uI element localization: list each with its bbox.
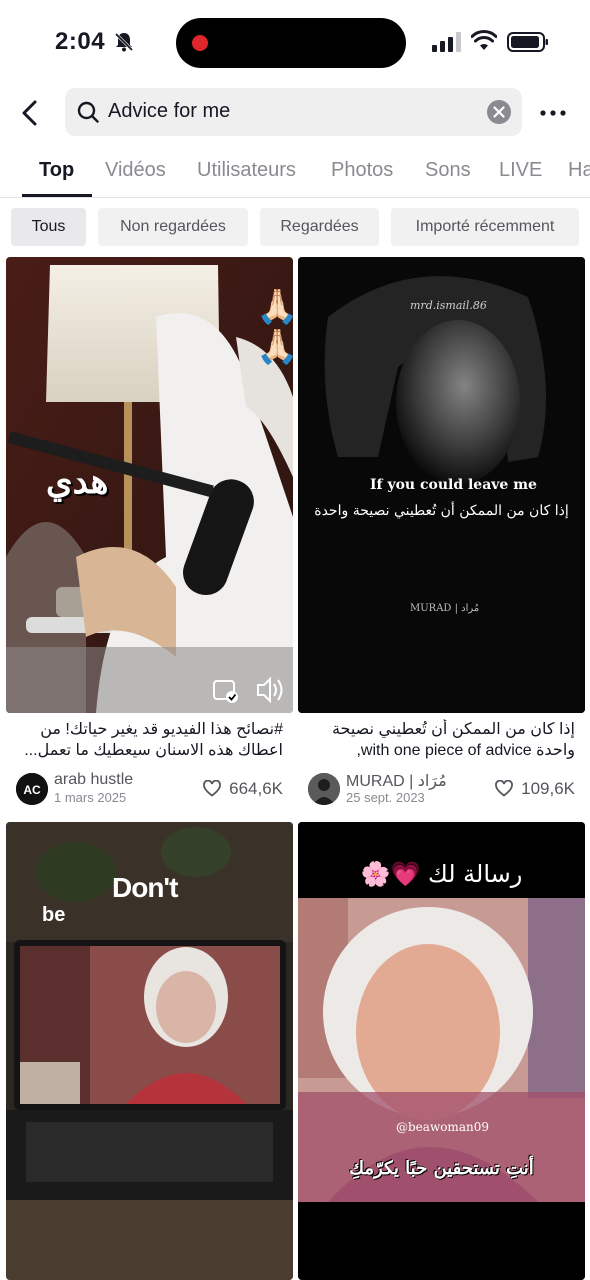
video-caption[interactable]: إذا كان من الممكن أن تُعطيني نصيحة واحدة… <box>308 719 575 763</box>
status-time: 2:04 <box>55 28 106 55</box>
overlay-english: If you could leave me <box>370 477 537 493</box>
video-thumbnail[interactable]: Don't be <box>6 822 293 1280</box>
avatar[interactable]: AC <box>16 773 48 805</box>
overlay-text: Don't <box>112 872 178 903</box>
cellular-signal-icon <box>432 32 461 52</box>
filter-chips: Tous Non regardées Regardées Importé réc… <box>0 208 590 246</box>
recording-indicator-icon <box>192 35 208 51</box>
post-date: 25 sept. 2023 <box>346 790 425 805</box>
video-card[interactable]: mrd.ismail.86 If you could leave me إذا … <box>298 257 585 812</box>
tab-sounds[interactable]: Sons <box>425 159 471 182</box>
chip-recently-uploaded[interactable]: Importé récemment <box>391 208 579 246</box>
dynamic-island <box>176 18 406 68</box>
post-date: 1 mars 2025 <box>54 790 127 805</box>
thumbnail-image <box>298 822 585 1280</box>
video-card[interactable]: رسالة لك 💗🌸 @beawoman09 أنتِ تستحقين حبً… <box>298 822 585 1280</box>
video-thumbnail[interactable]: 🙏🏻🙏🏻 هدي <box>6 257 293 713</box>
overlay-emoji: 🙏🏻🙏🏻 <box>256 287 293 367</box>
svg-text:AC: AC <box>23 783 41 797</box>
heart-icon <box>495 780 513 797</box>
tab-live[interactable]: LIVE <box>499 159 542 182</box>
author-name[interactable]: arab hustle <box>54 771 133 789</box>
like-count: 664,6K <box>229 779 283 798</box>
avatar[interactable] <box>308 773 340 805</box>
tab-hashtags[interactable]: Ha <box>568 159 590 182</box>
overlay-subtitle: أنتِ تستحقين حبًا يكرّمكِ <box>349 1158 534 1179</box>
chip-unwatched[interactable]: Non regardées <box>98 208 248 246</box>
overlay-text: هدي <box>46 462 109 502</box>
channel-logo-icon: AC <box>16 773 48 805</box>
overlay-text: be <box>42 904 66 926</box>
search-query-text: Advice for me <box>108 100 231 122</box>
wifi-icon <box>471 30 497 50</box>
video-meta: MURAD | مُرَاد 25 sept. 2023 109,6K <box>308 771 575 807</box>
overlay-title: رسالة لك 💗🌸 <box>360 860 523 888</box>
close-icon <box>493 106 505 118</box>
video-thumbnail[interactable]: رسالة لك 💗🌸 @beawoman09 أنتِ تستحقين حبً… <box>298 822 585 1280</box>
search-input[interactable]: Advice for me <box>65 88 522 136</box>
video-card[interactable]: 🙏🏻🙏🏻 هدي #نصائح هذا الفيديو قد يغير حيات… <box>6 257 293 812</box>
profile-photo-icon <box>308 773 340 805</box>
chip-watched[interactable]: Regardées <box>260 208 379 246</box>
overlay-handle: @beawoman09 <box>396 1120 489 1134</box>
video-thumbnail[interactable]: mrd.ismail.86 If you could leave me إذا … <box>298 257 585 713</box>
back-arrow-icon[interactable] <box>16 98 46 128</box>
video-caption[interactable]: #نصائح هذا الفيديو قد يغير حياتك! من اعط… <box>16 719 283 763</box>
status-bar: 2:04 <box>0 0 590 88</box>
active-tab-indicator <box>22 194 92 197</box>
clear-search-button[interactable] <box>487 100 511 124</box>
watermark: mrd.ismail.86 <box>410 299 487 312</box>
chip-all[interactable]: Tous <box>11 208 86 246</box>
tab-users[interactable]: Utilisateurs <box>197 159 296 182</box>
battery-icon <box>507 32 548 52</box>
search-header: Advice for me <box>0 86 590 140</box>
heart-icon <box>203 780 221 797</box>
author-name[interactable]: MURAD | مُرَاد <box>346 771 447 791</box>
search-tabs: Top Vidéos Utilisateurs Photos Sons LIVE… <box>0 148 590 198</box>
video-meta: AC arab hustle 1 mars 2025 664,6K <box>16 771 283 807</box>
tab-videos[interactable]: Vidéos <box>105 159 166 182</box>
search-icon <box>77 101 99 123</box>
tab-top[interactable]: Top <box>39 159 74 182</box>
overlay-arabic: إذا كان من الممكن أن تُعطيني نصيحة واحدة <box>314 503 569 519</box>
bell-off-icon <box>114 32 134 52</box>
more-options-icon[interactable] <box>538 98 568 128</box>
overlay-signature: MURAD | مُراد <box>410 603 480 614</box>
video-card[interactable]: Don't be <box>6 822 293 1280</box>
like-count: 109,6K <box>521 779 575 798</box>
tab-photos[interactable]: Photos <box>331 159 393 182</box>
